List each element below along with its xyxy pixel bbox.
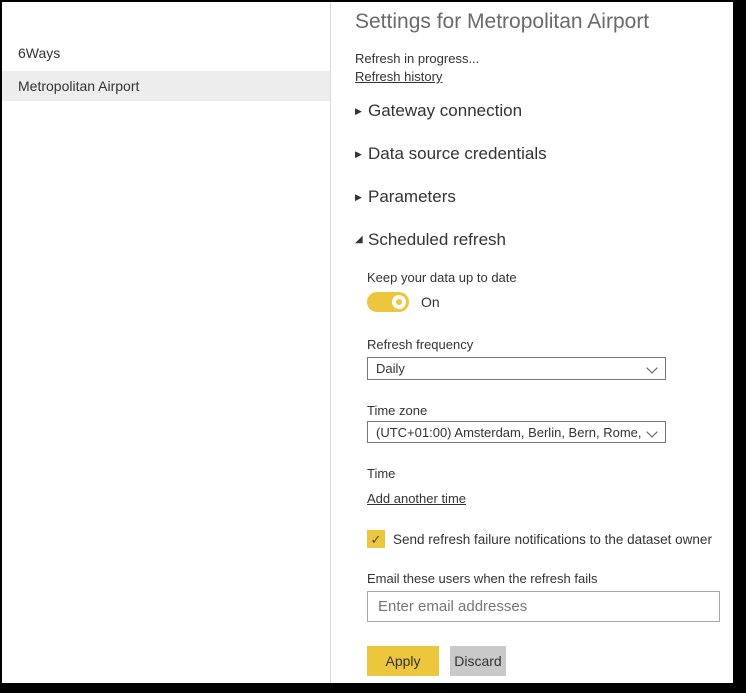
collapsed-arrow-icon: ▶	[355, 150, 368, 159]
refresh-history-link[interactable]: Refresh history	[355, 69, 442, 84]
refresh-frequency-select[interactable]: Daily	[367, 357, 666, 380]
settings-panel: Settings for Metropolitan Airport Refres…	[331, 2, 733, 683]
time-label: Time	[367, 465, 733, 482]
section-scheduled-refresh[interactable]: ◢ Scheduled refresh	[355, 229, 733, 251]
section-data-source-credentials[interactable]: ▶ Data source credentials	[355, 143, 733, 165]
check-icon: ✓	[371, 533, 382, 546]
expanded-arrow-icon: ◢	[355, 235, 368, 245]
section-label: Gateway connection	[368, 101, 522, 121]
sidebar-item-6ways[interactable]: 6Ways	[2, 38, 330, 68]
toggle-state-label: On	[421, 294, 440, 310]
sidebar-item-metropolitan-airport[interactable]: Metropolitan Airport	[2, 71, 330, 101]
scheduled-refresh-panel: Keep your data up to date On Refresh fre…	[367, 269, 733, 676]
settings-dialog: 6Ways Metropolitan Airport Settings for …	[2, 2, 733, 683]
refresh-frequency-label: Refresh frequency	[367, 336, 733, 353]
discard-button[interactable]: Discard	[450, 646, 506, 676]
section-gateway-connection[interactable]: ▶ Gateway connection	[355, 100, 733, 122]
section-label: Data source credentials	[368, 144, 547, 164]
email-addresses-input[interactable]	[367, 591, 720, 622]
chevron-down-icon	[646, 362, 657, 373]
refresh-frequency-value: Daily	[376, 361, 405, 376]
dataset-sidebar: 6Ways Metropolitan Airport	[2, 2, 331, 683]
section-parameters[interactable]: ▶ Parameters	[355, 186, 733, 208]
time-zone-select[interactable]: (UTC+01:00) Amsterdam, Berlin, Bern, Rom…	[367, 421, 666, 443]
chevron-down-icon	[646, 426, 657, 437]
notification-checkbox-label: Send refresh failure notifications to th…	[393, 532, 712, 547]
toggle-thumb	[392, 295, 406, 309]
app-window: 6Ways Metropolitan Airport Settings for …	[0, 0, 746, 693]
collapsed-arrow-icon: ▶	[355, 107, 368, 116]
notification-checkbox[interactable]: ✓	[367, 530, 385, 548]
apply-button[interactable]: Apply	[367, 646, 439, 676]
page-title: Settings for Metropolitan Airport	[355, 8, 733, 36]
notification-checkbox-row: ✓ Send refresh failure notifications to …	[367, 530, 733, 548]
refresh-status-message: Refresh in progress...	[355, 50, 733, 68]
keep-data-label: Keep your data up to date	[367, 269, 733, 286]
keep-data-toggle-row: On	[367, 292, 733, 312]
add-another-time-link[interactable]: Add another time	[367, 490, 466, 507]
time-zone-value: (UTC+01:00) Amsterdam, Berlin, Bern, Rom…	[376, 425, 641, 440]
time-zone-label: Time zone	[367, 402, 733, 419]
section-label: Parameters	[368, 187, 456, 207]
keep-data-toggle[interactable]	[367, 292, 409, 312]
collapsed-arrow-icon: ▶	[355, 193, 368, 202]
section-label: Scheduled refresh	[368, 230, 506, 250]
refresh-status: Refresh in progress... Refresh history	[355, 50, 733, 86]
action-buttons: Apply Discard	[367, 646, 733, 676]
email-users-label: Email these users when the refresh fails	[367, 570, 733, 587]
